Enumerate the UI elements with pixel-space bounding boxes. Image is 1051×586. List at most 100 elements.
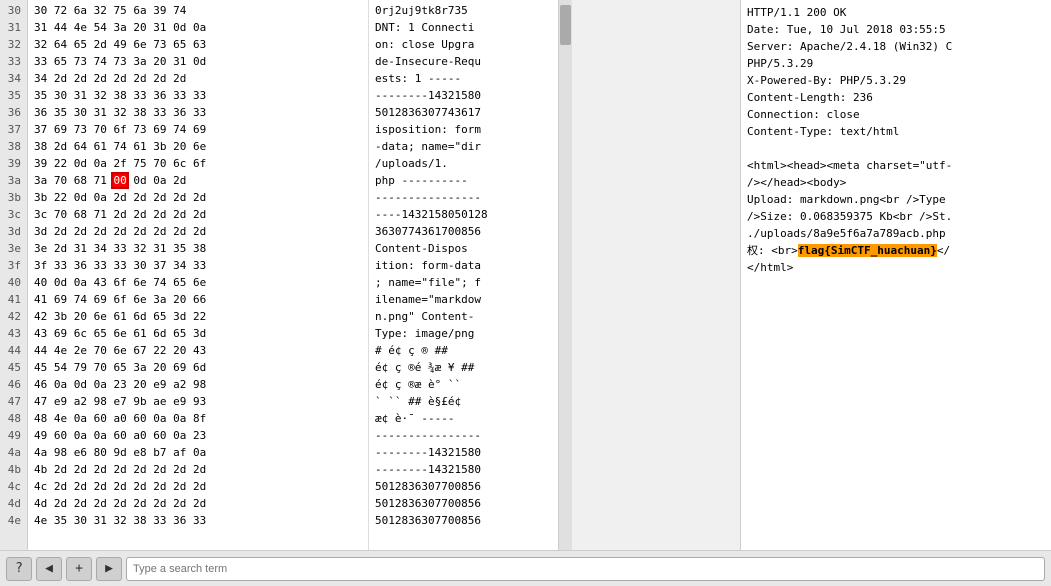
line-num-46: 46: [6, 376, 21, 393]
hex-row-17: 47 e9 a2 98 e7 9b ae e9 93: [34, 393, 362, 410]
text-row-2: Server: Apache/2.4.18 (Win32) C: [747, 38, 1045, 55]
hex-row-11: 41 69 74 69 6f 6e 3a 20 66: [34, 291, 362, 308]
line-num-0: 30: [6, 2, 21, 19]
ascii-row-1e: 5012836307700856: [375, 512, 552, 529]
ascii-row-6: 5012836307743617: [375, 104, 552, 121]
help-button[interactable]: ?: [6, 557, 32, 581]
hex-row-2: 32 64 65 2d 49 6e 73 65 63: [34, 36, 362, 53]
hex-row-14: 44 4e 2e 70 6e 67 22 20 43: [34, 342, 362, 359]
ascii-row-c: ----1432158050128: [375, 206, 552, 223]
text-row-13: ./uploads/8a9e5f6a7a789acb.php: [747, 225, 1045, 242]
hex-row-7: 37 69 73 70 6f 73 69 74 69: [34, 121, 362, 138]
line-num-49: 49: [6, 427, 21, 444]
add-button[interactable]: +: [66, 557, 92, 581]
hex-row-1e: 4e 35 30 31 32 38 33 36 33: [34, 512, 362, 529]
ascii-row-1d: 5012836307700856: [375, 495, 552, 512]
ascii-row-10: ; name="file"; f: [375, 274, 552, 291]
line-num-6: 36: [6, 104, 21, 121]
main-content: 30 31 32 33 34 35 36 37 38 39 3a 3b 3c 3…: [0, 0, 1051, 550]
ascii-row-3: de-Insecure-Requ: [375, 53, 552, 70]
line-num-9: 39: [6, 155, 21, 172]
hex-panel: 30 31 32 33 34 35 36 37 38 39 3a 3b 3c 3…: [0, 0, 741, 550]
text-panel: HTTP/1.1 200 OK Date: Tue, 10 Jul 2018 0…: [741, 0, 1051, 550]
line-num-40: 40: [6, 274, 21, 291]
line-num-2: 32: [6, 36, 21, 53]
hex-row-16: 46 0a 0d 0a 23 20 e9 a2 98: [34, 376, 362, 393]
ascii-row-1a: --------14321580: [375, 444, 552, 461]
ascii-panel: 0rj2uj9tk8r735 DNT: 1 Connecti on: close…: [368, 0, 558, 550]
scrollbar-thumb[interactable]: [560, 5, 571, 45]
ascii-row-d: 3630774361700856: [375, 223, 552, 240]
ascii-row-14: # é¢ ç ® ##: [375, 342, 552, 359]
line-num-47: 47: [6, 393, 21, 410]
hex-row-f: 3f 33 36 33 33 30 37 34 33: [34, 257, 362, 274]
search-input[interactable]: [126, 557, 1045, 581]
line-num-4e: 4e: [6, 512, 21, 529]
text-row-8: [747, 140, 1045, 157]
ascii-row-1: DNT: 1 Connecti: [375, 19, 552, 36]
hex-row-5: 35 30 31 32 38 33 36 33 33: [34, 87, 362, 104]
line-num-4b: 4b: [6, 461, 21, 478]
bottom-toolbar: ? ◀ + ▶: [0, 550, 1051, 586]
text-row-11: Upload: markdown.png<br />Type: [747, 191, 1045, 208]
line-num-3: 33: [6, 53, 21, 70]
line-num-8: 38: [6, 138, 21, 155]
ascii-row-a: php ----------: [375, 172, 552, 189]
line-num-1: 31: [6, 19, 21, 36]
line-num-44: 44: [6, 342, 21, 359]
line-num-43: 43: [6, 325, 21, 342]
text-row-1: Date: Tue, 10 Jul 2018 03:55:5: [747, 21, 1045, 38]
line-num-a: 3a: [6, 172, 21, 189]
ascii-row-16: é¢ ç ®æ è° ``: [375, 376, 552, 393]
line-num-7: 37: [6, 121, 21, 138]
hex-row-1a: 4a 98 e6 80 9d e8 b7 af 0a: [34, 444, 362, 461]
ascii-row-0: 0rj2uj9tk8r735: [375, 2, 552, 19]
flag-text: flag{SimCTF_huachuan}: [798, 244, 937, 257]
line-numbers: 30 31 32 33 34 35 36 37 38 39 3a 3b 3c 3…: [0, 0, 28, 550]
text-row-6: Connection: close: [747, 106, 1045, 123]
prev-button[interactable]: ◀: [36, 557, 62, 581]
ascii-row-e: Content-Dispos: [375, 240, 552, 257]
ascii-row-5: --------14321580: [375, 87, 552, 104]
ascii-row-12: n.png" Content-: [375, 308, 552, 325]
hex-row-3: 33 65 73 74 73 3a 20 31 0d: [34, 53, 362, 70]
text-row-10: /></head><body>: [747, 174, 1045, 191]
hex-row-19: 49 60 0a 0a 60 a0 60 0a 23: [34, 427, 362, 444]
hex-row-a: 3a 70 68 71 00 0d 0a 2d: [34, 172, 362, 189]
ascii-row-1b: --------14321580: [375, 461, 552, 478]
hex-bytes[interactable]: 30 72 6a 32 75 6a 39 74 31 44 4e 54 3a 2…: [28, 0, 368, 550]
text-row-5: Content-Length: 236: [747, 89, 1045, 106]
ascii-row-f: ition: form-data: [375, 257, 552, 274]
line-num-c: 3c: [6, 206, 21, 223]
hex-row-c: 3c 70 68 71 2d 2d 2d 2d 2d: [34, 206, 362, 223]
ascii-row-b: ----------------: [375, 189, 552, 206]
ascii-row-2: on: close Upgra: [375, 36, 552, 53]
hex-row-13: 43 69 6c 65 6e 61 6d 65 3d: [34, 325, 362, 342]
ascii-row-19: ----------------: [375, 427, 552, 444]
text-row-4: X-Powered-By: PHP/5.3.29: [747, 72, 1045, 89]
hex-row-18: 48 4e 0a 60 a0 60 0a 0a 8f: [34, 410, 362, 427]
line-num-41: 41: [6, 291, 21, 308]
line-num-42: 42: [6, 308, 21, 325]
selected-byte[interactable]: 00: [113, 174, 126, 187]
vertical-scrollbar[interactable]: [558, 0, 572, 550]
hex-row-1b: 4b 2d 2d 2d 2d 2d 2d 2d 2d: [34, 461, 362, 478]
hex-row-1: 31 44 4e 54 3a 20 31 0d 0a: [34, 19, 362, 36]
line-num-f: 3f: [6, 257, 21, 274]
hex-row-10: 40 0d 0a 43 6f 6e 74 65 6e: [34, 274, 362, 291]
hex-row-15: 45 54 79 70 65 3a 20 69 6d: [34, 359, 362, 376]
hex-row-1c: 4c 2d 2d 2d 2d 2d 2d 2d 2d: [34, 478, 362, 495]
hex-row-1d: 4d 2d 2d 2d 2d 2d 2d 2d 2d: [34, 495, 362, 512]
text-row-15: </html>: [747, 259, 1045, 276]
next-button[interactable]: ▶: [96, 557, 122, 581]
line-num-48: 48: [6, 410, 21, 427]
text-row-7: Content-Type: text/html: [747, 123, 1045, 140]
hex-row-4: 34 2d 2d 2d 2d 2d 2d 2d: [34, 70, 362, 87]
ascii-row-8: -data; name="dir: [375, 138, 552, 155]
line-num-4a: 4a: [6, 444, 21, 461]
ascii-row-9: /uploads/1.: [375, 155, 552, 172]
line-num-45: 45: [6, 359, 21, 376]
hex-row-b: 3b 22 0d 0a 2d 2d 2d 2d 2d: [34, 189, 362, 206]
line-num-4: 34: [6, 70, 21, 87]
hex-row-6: 36 35 30 31 32 38 33 36 33: [34, 104, 362, 121]
